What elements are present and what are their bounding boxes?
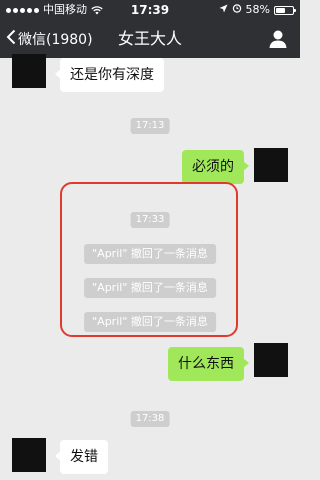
received-message-bubble[interactable]: 发错 (55, 440, 108, 474)
back-button[interactable]: 微信(1980) (6, 20, 93, 58)
contact-avatar[interactable] (12, 438, 46, 472)
battery-icon (274, 5, 296, 15)
message-timestamp: 17:33 (130, 212, 170, 228)
chevron-left-icon (6, 29, 16, 49)
person-icon (268, 30, 288, 53)
status-bar: 中国移动 17:39 58% (0, 0, 300, 20)
contact-profile-button[interactable] (268, 29, 288, 49)
recall-notice: "April" 撤回了一条消息 (84, 312, 216, 332)
alarm-clock-icon (232, 0, 242, 20)
status-left: 中国移动 (6, 0, 103, 20)
chat-header: 微信(1980) 女王大人 (0, 20, 300, 58)
battery-level-fill (276, 7, 285, 13)
received-message-bubble[interactable]: 还是你有深度 (55, 58, 164, 92)
signal-strength-icon (6, 7, 39, 13)
back-label: 微信(1980) (18, 32, 93, 48)
status-right: 58% (219, 0, 296, 20)
message-list[interactable]: 还是你有深度 17:13 必须的 17:33 "April" 撤回了一条消息 "… (0, 54, 300, 480)
recall-notice: "April" 撤回了一条消息 (84, 244, 216, 264)
contact-avatar[interactable] (12, 54, 46, 88)
signal-dot (6, 7, 11, 13)
signal-dot (13, 7, 18, 13)
wechat-chat-screen: 中国移动 17:39 58% 微信(1980) 女王大人 还是你有深度 17:1… (0, 0, 300, 480)
recall-notice: "April" 撤回了一条消息 (84, 278, 216, 298)
location-arrow-icon (219, 0, 228, 20)
carrier-name: 中国移动 (43, 3, 87, 16)
message-timestamp: 17:13 (130, 118, 170, 134)
battery-percent: 58% (245, 3, 270, 16)
sent-message-bubble[interactable]: 什么东西 (168, 347, 249, 381)
my-avatar[interactable] (254, 343, 288, 377)
signal-dot (34, 7, 39, 13)
signal-dot (27, 7, 32, 13)
sent-message-bubble[interactable]: 必须的 (182, 150, 249, 184)
my-avatar[interactable] (254, 148, 288, 182)
wifi-icon (91, 5, 103, 15)
signal-dot (20, 7, 25, 13)
message-timestamp: 17:38 (130, 411, 170, 427)
